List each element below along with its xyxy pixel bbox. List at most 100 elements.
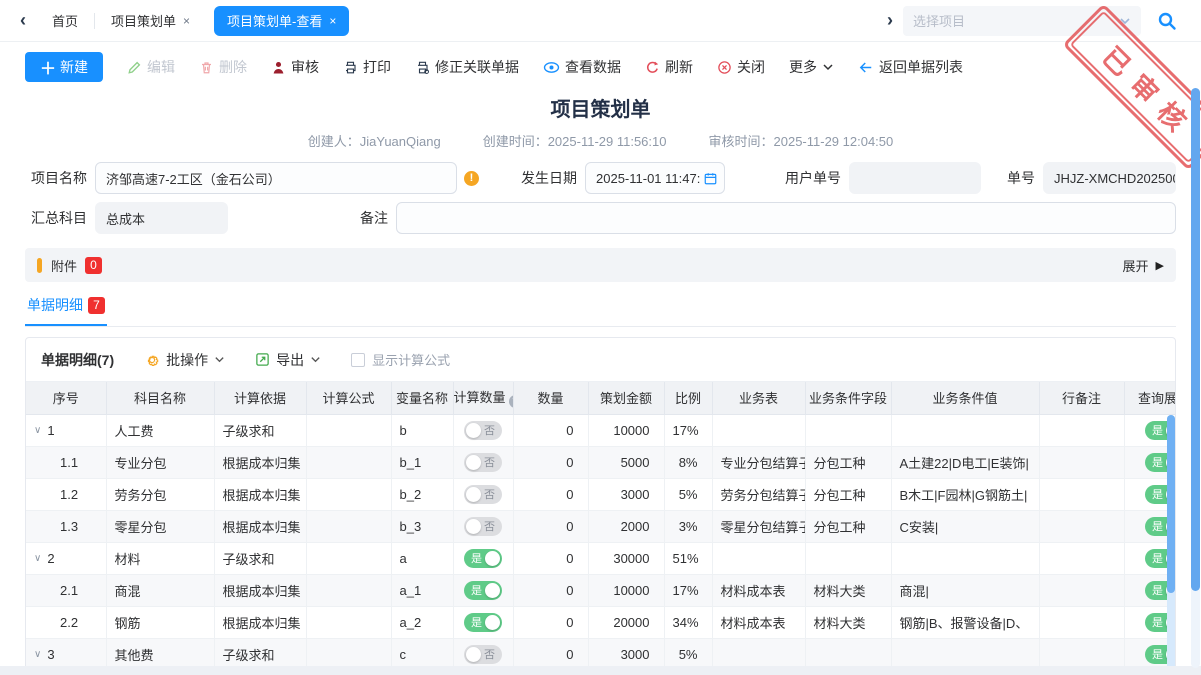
tab-detail-lines[interactable]: 单据明细 7 [25,295,107,326]
tab-close-icon[interactable]: × [183,14,190,28]
cell-biz-value[interactable]: 商混| [891,574,1039,606]
cell-biz-field[interactable] [805,542,891,574]
cell-row-note[interactable] [1039,510,1124,542]
cell-formula[interactable] [306,510,391,542]
cell-basis[interactable]: 根据成本归集 [214,510,306,542]
col-biz-value[interactable]: 业务条件值 [891,382,1039,414]
calc-qty-toggle[interactable]: 否 [464,645,502,664]
cell-qty[interactable]: 0 [513,542,588,574]
table-row[interactable]: ∨1.1 专业分包 根据成本归集 b_1 否 0 5000 8% 专业分包结算子… [26,446,1176,478]
cell-qty[interactable]: 0 [513,510,588,542]
show-formula-checkbox[interactable]: 显示计算公式 [351,350,450,369]
cell-qty[interactable]: 0 [513,446,588,478]
col-subject[interactable]: 科目名称 [106,382,214,414]
cell-ratio[interactable]: 17% [664,574,712,606]
col-biz-field[interactable]: 业务条件字段 [805,382,891,414]
remark-field[interactable] [396,202,1176,234]
col-variable[interactable]: 变量名称 [391,382,453,414]
export-button[interactable]: 导出 [255,350,321,370]
cell-formula[interactable] [306,542,391,574]
cell-biz-value[interactable]: C安装| [891,510,1039,542]
cell-formula[interactable] [306,446,391,478]
table-row[interactable]: ∨2.1 商混 根据成本归集 a_1 是 0 10000 17% 材料成本表 材… [26,574,1176,606]
cell-qty[interactable]: 0 [513,414,588,446]
col-display[interactable]: 查询展示 [1124,382,1176,414]
page-scrollbar[interactable] [1191,88,1200,668]
cell-variable[interactable]: a_1 [391,574,453,606]
search-icon[interactable] [1157,11,1177,31]
fix-related-doc-button[interactable]: 修正关联单据 [415,57,519,77]
tab-project-plan-list[interactable]: 项目策划单 × [95,0,206,42]
cell-amount[interactable]: 30000 [588,542,664,574]
col-biz-table[interactable]: 业务表 [712,382,805,414]
cell-formula[interactable] [306,414,391,446]
cell-row-note[interactable] [1039,446,1124,478]
cell-basis[interactable]: 子级求和 [214,414,306,446]
cell-formula[interactable] [306,606,391,638]
cell-row-note[interactable] [1039,574,1124,606]
cell-basis[interactable]: 根据成本归集 [214,574,306,606]
cell-basis[interactable]: 根据成本归集 [214,478,306,510]
edit-button[interactable]: 编辑 [127,57,175,77]
cell-biz-field[interactable]: 分包工种 [805,478,891,510]
audit-button[interactable]: 审核 [271,57,319,77]
cell-amount[interactable]: 20000 [588,606,664,638]
tabs-scroll-right-icon[interactable]: › [877,10,903,31]
attachment-bar[interactable]: 附件 0 展开 ▶ [25,248,1176,282]
delete-button[interactable]: 删除 [199,57,247,77]
col-formula[interactable]: 计算公式 [306,382,391,414]
calc-qty-toggle[interactable]: 否 [464,421,502,440]
cell-ratio[interactable]: 51% [664,542,712,574]
cell-variable[interactable]: b [391,414,453,446]
cell-biz-table[interactable] [712,414,805,446]
doc-no-field[interactable]: JHJZ-XMCHD2025000 [1043,162,1176,194]
cell-biz-field[interactable]: 材料大类 [805,574,891,606]
cell-amount[interactable]: 2000 [588,510,664,542]
page-scrollbar-thumb[interactable] [1191,88,1200,591]
cell-variable[interactable]: b_2 [391,478,453,510]
cell-row-note[interactable] [1039,606,1124,638]
col-ratio[interactable]: 比例 [664,382,712,414]
cell-variable[interactable]: a_2 [391,606,453,638]
help-icon[interactable]: ? [509,395,513,408]
view-data-button[interactable]: 查看数据 [543,57,621,77]
cell-biz-table[interactable]: 劳务分包结算子 [712,478,805,510]
cell-variable[interactable]: b_1 [391,446,453,478]
cell-row-note[interactable] [1039,414,1124,446]
row-expand-icon[interactable]: ∨ [34,649,41,660]
cell-biz-table[interactable]: 材料成本表 [712,574,805,606]
cell-subject[interactable]: 材料 [106,542,214,574]
cell-biz-table[interactable]: 零星分包结算子 [712,510,805,542]
cell-amount[interactable]: 3000 [588,478,664,510]
table-row[interactable]: ∨2 材料 子级求和 a 是 0 30000 51% 是 [26,542,1176,574]
cell-biz-value[interactable] [891,414,1039,446]
cell-subject[interactable]: 钢筋 [106,606,214,638]
new-button[interactable]: ＋ 新建 [25,52,103,82]
cell-amount[interactable]: 10000 [588,574,664,606]
tab-project-plan-view[interactable]: 项目策划单-查看 × [214,6,349,36]
tab-close-icon[interactable]: × [329,14,336,28]
cell-subject[interactable]: 专业分包 [106,446,214,478]
cell-ratio[interactable]: 17% [664,414,712,446]
row-expand-icon[interactable]: ∨ [34,553,41,564]
tabs-scroll-left-icon[interactable]: ‹ [10,10,36,31]
cell-biz-field[interactable] [805,414,891,446]
cell-variable[interactable]: b_3 [391,510,453,542]
refresh-button[interactable]: 刷新 [645,57,693,77]
table-row[interactable]: ∨2.2 钢筋 根据成本归集 a_2 是 0 20000 34% 材料成本表 材… [26,606,1176,638]
summary-subject-field[interactable]: 总成本 [95,202,228,234]
cell-biz-field[interactable]: 分包工种 [805,510,891,542]
calc-qty-toggle[interactable]: 否 [464,485,502,504]
cell-ratio[interactable]: 8% [664,446,712,478]
cell-row-note[interactable] [1039,542,1124,574]
cell-biz-field[interactable]: 分包工种 [805,446,891,478]
col-qty[interactable]: 数量 [513,382,588,414]
col-seq[interactable]: 序号 [26,382,106,414]
project-select[interactable]: 选择项目 [903,6,1141,36]
cell-biz-table[interactable]: 专业分包结算子 [712,446,805,478]
cell-qty[interactable]: 0 [513,574,588,606]
cell-biz-value[interactable]: 钢筋|B、报警设备|D、 [891,606,1039,638]
cell-amount[interactable]: 5000 [588,446,664,478]
cell-subject[interactable]: 人工费 [106,414,214,446]
cell-biz-value[interactable]: B木工|F园林|G钢筋土| [891,478,1039,510]
